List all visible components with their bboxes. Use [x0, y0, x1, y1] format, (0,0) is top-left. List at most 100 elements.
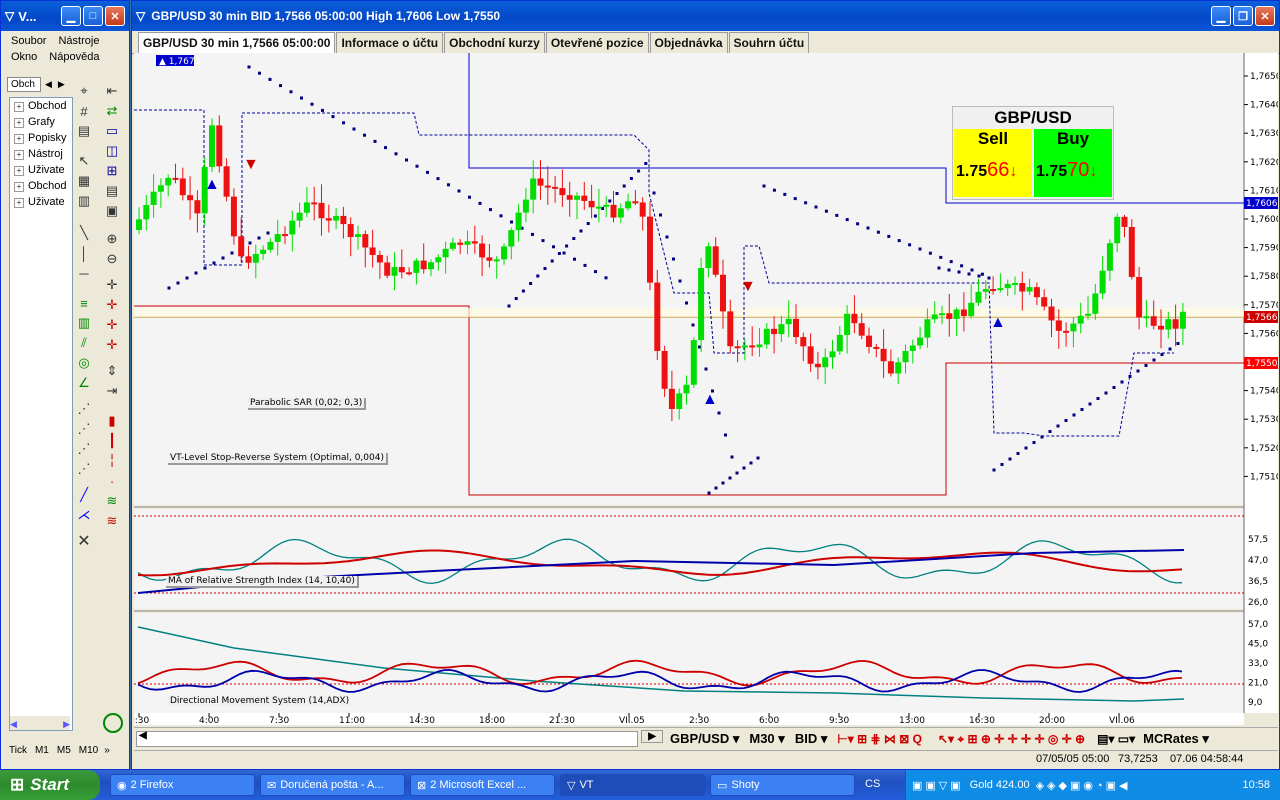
bar-icon[interactable]: ┃	[101, 431, 123, 451]
scroll-left-icon[interactable]: ◀	[139, 730, 147, 741]
tray-icons[interactable]: ▣▣▽▣	[912, 779, 964, 792]
minimize-icon[interactable]: ▁	[1211, 6, 1231, 26]
maximize-icon[interactable]: □	[83, 6, 103, 26]
drawing-tools-icons[interactable]: ↖▾ ⌖ ⊞ ⊕ ✛ ✛ ✛ ✛ ◎ ✛ ⊕	[938, 732, 1085, 747]
tab-chart[interactable]: GBP/USD 30 min 1,7566 05:00:00	[138, 32, 336, 53]
tab-right-icon[interactable]: ▶	[58, 79, 65, 90]
taskbar-item-firefox[interactable]: ◉ 2 Firefox	[110, 774, 255, 796]
price-type-select[interactable]: BID ▾	[795, 731, 828, 747]
tab-account-summary[interactable]: Souhrn účtu	[728, 32, 810, 53]
fibo-icon[interactable]: ▥	[73, 313, 95, 333]
tree-item-nastroj[interactable]: + Nástroj	[10, 146, 72, 162]
save-icon[interactable]: ▣	[101, 201, 123, 221]
vertical-line-icon[interactable]: │	[73, 243, 95, 263]
cross-red-2-icon[interactable]: ✛	[101, 315, 123, 335]
close-icon[interactable]: ✕	[105, 6, 125, 26]
scroll-right-icon[interactable]: ▶	[641, 730, 663, 743]
tree-item-obchod-2[interactable]: + Obchod	[10, 178, 72, 194]
tree-item-uzivatel-2[interactable]: + Uživate	[10, 194, 72, 210]
tree-scrollbar[interactable]: ◀ ▶	[10, 716, 70, 730]
flag-icon[interactable]: ⇤	[101, 81, 123, 101]
line-icon[interactable]: ╲	[73, 223, 95, 243]
language-indicator[interactable]: CS	[865, 778, 880, 790]
psar-label[interactable]: Parabolic SAR (0,02; 0,3)	[248, 398, 367, 410]
horizontal-measure-icon[interactable]: ⇥	[101, 381, 123, 401]
wave-2-icon[interactable]: ⋰	[73, 419, 95, 439]
candle-icon[interactable]: ▮	[101, 411, 123, 431]
cross-red-icon[interactable]: ✛	[101, 295, 123, 315]
expand-icon[interactable]: +	[14, 134, 24, 144]
expand-icon[interactable]: +	[14, 198, 24, 208]
chart-title-bar[interactable]: ▽ GBP/USD 30 min BID 1,7566 05:00:00 Hig…	[132, 1, 1279, 31]
taskbar-item-vt[interactable]: ▽ VT	[560, 774, 705, 796]
horizontal-line-icon[interactable]: ─	[73, 263, 95, 283]
tab-m5[interactable]: M5	[53, 745, 75, 756]
vt-label[interactable]: VT-Level Stop-Reverse System (Optimal, 0…	[168, 453, 388, 465]
tile-icon[interactable]: ⊞	[101, 161, 123, 181]
rsi-label[interactable]: MA of Relative Strength Index (14, 10,40…	[166, 576, 359, 588]
dms-label[interactable]: Directional Movement System (14,ADX)	[168, 696, 352, 706]
dot-icon[interactable]: ·	[101, 471, 123, 491]
grid-icon[interactable]: #	[73, 101, 95, 121]
status-indicator-icon[interactable]	[103, 713, 123, 733]
restore-icon[interactable]: ❐	[1233, 6, 1253, 26]
expand-icon[interactable]: +	[14, 182, 24, 192]
tab-left-icon[interactable]: ◀	[45, 79, 52, 90]
cycle-icon[interactable]: ◎	[73, 353, 95, 373]
wave-icon[interactable]: ⋰	[73, 399, 95, 419]
taskbar-item-excel[interactable]: ⊠ 2 Microsoft Excel ...	[410, 774, 555, 796]
tab-m10[interactable]: M10	[75, 745, 102, 756]
gann-fan-icon[interactable]: ⋌	[73, 505, 95, 525]
tree-item-uzivatel[interactable]: + Uživate	[10, 162, 72, 178]
cross-red-3-icon[interactable]: ✛	[101, 335, 123, 355]
source-select[interactable]: MCRates ▾	[1143, 731, 1209, 747]
cross-icon[interactable]: ✛	[101, 275, 123, 295]
properties-icon[interactable]: ▤	[73, 121, 95, 141]
menu-okno[interactable]: Okno	[5, 49, 43, 65]
tree-item-grafy[interactable]: + Grafy	[10, 114, 72, 130]
expand-icon[interactable]: +	[14, 150, 24, 160]
zoom-out-icon[interactable]: ⊖	[101, 249, 123, 269]
crosshair-icon[interactable]: ⌖	[73, 81, 95, 101]
wave-3-icon[interactable]: ⋰	[73, 439, 95, 459]
chart-tools-icons[interactable]: ⊢▾ ⊞ ⋕ ⋈ ⊠ Q	[837, 732, 922, 746]
chart-scrollbar[interactable]: ◀ ▶	[136, 730, 663, 747]
panel-icon[interactable]: ▭	[101, 121, 123, 141]
close-icon[interactable]: ✕	[1255, 6, 1275, 26]
tab-order[interactable]: Objednávka	[649, 32, 728, 53]
options-icons[interactable]: ▤▾ ▭▾	[1097, 732, 1135, 746]
delete-icon[interactable]: ✕	[73, 531, 95, 551]
tray-gold[interactable]: Gold 424.00	[970, 779, 1030, 791]
expand-icon[interactable]: +	[14, 118, 24, 128]
navigator-title-bar[interactable]: ▽ V... ▁ □ ✕	[1, 1, 129, 31]
swap-icon[interactable]: ⇄	[101, 101, 123, 121]
zoom-in-icon[interactable]: ⊕	[101, 229, 123, 249]
more-icon[interactable]: »	[102, 745, 112, 756]
minimize-icon[interactable]: ▁	[61, 6, 81, 26]
pitchfork-icon[interactable]: ⫽	[73, 333, 95, 353]
tab-rates[interactable]: Obchodní kurzy	[444, 32, 545, 53]
layers-icon[interactable]: ▥	[73, 191, 95, 211]
pointer-icon[interactable]: ↖	[73, 151, 95, 171]
tree-item-obchod[interactable]: + Obchod	[10, 98, 72, 114]
menu-soubor[interactable]: Soubor	[5, 33, 52, 49]
vertical-measure-icon[interactable]: ⇕	[101, 361, 123, 381]
line-chart-icon[interactable]: ╎	[101, 451, 123, 471]
print-icon[interactable]: ▤	[101, 181, 123, 201]
menu-napoveda[interactable]: Nápověda	[43, 49, 105, 65]
indicator-2-icon[interactable]: ≋	[101, 511, 123, 531]
tab-open-positions[interactable]: Otevřené pozice	[545, 32, 649, 53]
tab-m1[interactable]: M1	[31, 745, 53, 756]
indicator-icon[interactable]: ≋	[101, 491, 123, 511]
tree-item-popisky[interactable]: + Popisky	[10, 130, 72, 146]
ray-icon[interactable]: ╱	[73, 485, 95, 505]
expand-icon[interactable]: +	[14, 166, 24, 176]
buy-button[interactable]: Buy 1.7570↓	[1034, 129, 1112, 197]
split-icon[interactable]: ◫	[101, 141, 123, 161]
taskbar-item-mail[interactable]: ✉ Doručená pošta - A...	[260, 774, 405, 796]
tab-tick[interactable]: Tick	[5, 745, 31, 756]
menu-nastroje[interactable]: Nástroje	[52, 33, 105, 49]
tab-account-info[interactable]: Informace o účtu	[336, 32, 444, 53]
taskbar-item-shoty[interactable]: ▭ Shoty	[710, 774, 855, 796]
navigator-tab[interactable]: Obch	[7, 76, 41, 92]
